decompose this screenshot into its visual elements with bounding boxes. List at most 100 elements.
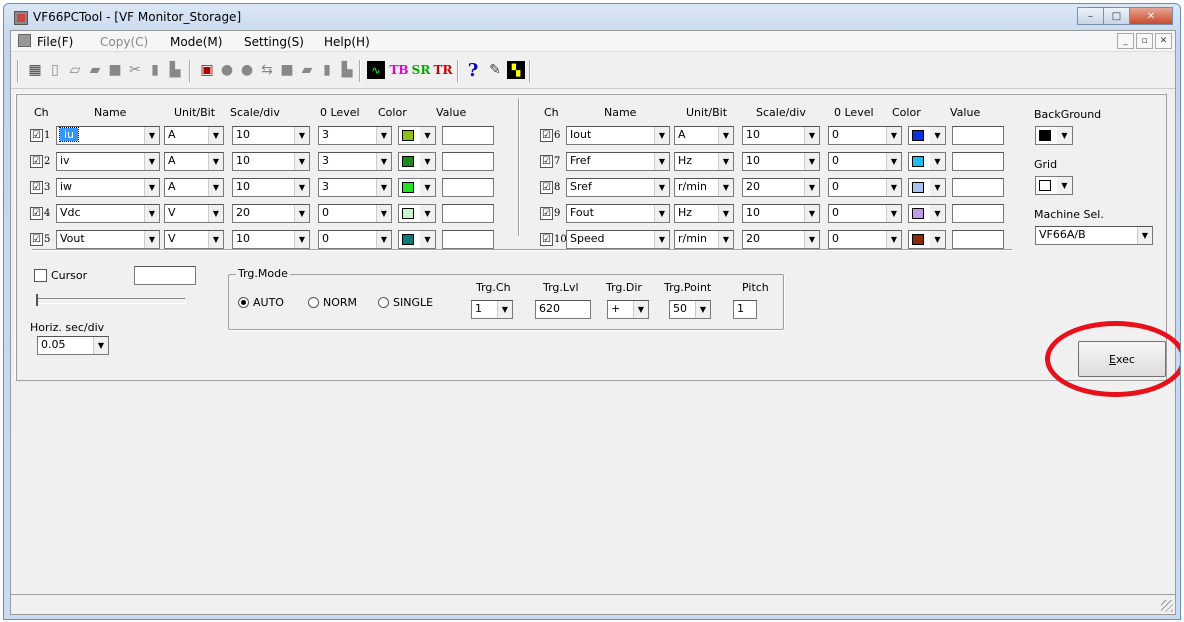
save-icon[interactable]: ■ (105, 59, 125, 81)
channel-name-select[interactable]: Vdc ▼ (56, 204, 160, 223)
paste-icon[interactable]: ▙ (165, 59, 185, 81)
channel-level-select[interactable]: 0 ▼ (828, 126, 902, 145)
channel-value-field[interactable] (952, 230, 1004, 249)
channel-scale-select[interactable]: 10 ▼ (742, 126, 820, 145)
title-bar[interactable]: VF66PCTool - [VF Monitor_Storage] – □ ✕ (4, 4, 1180, 30)
cursor-slider-track[interactable] (36, 298, 186, 304)
grid-color-picker[interactable]: ▼ (1035, 176, 1073, 195)
menu-help[interactable]: Help(H) (324, 35, 370, 49)
transfer-icon[interactable]: ⇆ (257, 59, 277, 81)
open-folder-icon[interactable]: ▱ (65, 59, 85, 81)
channel-color-picker[interactable]: ▼ (908, 204, 946, 223)
zoom-icon[interactable]: ● (217, 59, 237, 81)
channel-color-picker[interactable]: ▼ (398, 204, 436, 223)
channel-level-select[interactable]: 0 ▼ (828, 204, 902, 223)
channel-color-picker[interactable]: ▼ (398, 178, 436, 197)
channel-checkbox[interactable]: ☑ (540, 155, 553, 168)
new-file-icon[interactable]: ▯ (45, 59, 65, 81)
channel-name-select[interactable]: Fref ▼ (566, 152, 670, 171)
resize-grip-icon[interactable] (1161, 600, 1173, 612)
tool-icon[interactable]: ▚ (507, 61, 525, 79)
channel-level-select[interactable]: 0 ▼ (828, 178, 902, 197)
help-button[interactable]: ? (463, 59, 483, 81)
mdi-restore-button[interactable]: ▫ (1136, 33, 1153, 49)
about-icon[interactable]: ✎ (485, 59, 505, 81)
channel-color-picker[interactable]: ▼ (908, 178, 946, 197)
channel-value-field[interactable] (952, 204, 1004, 223)
channel-checkbox[interactable]: ☑ (30, 207, 43, 220)
channel-scale-select[interactable]: 10 ▼ (742, 152, 820, 171)
channel-value-field[interactable] (442, 152, 494, 171)
pitch-field[interactable]: 1 (733, 300, 757, 319)
channel-unit-select[interactable]: Hz ▼ (674, 204, 734, 223)
app-icon[interactable] (14, 11, 28, 25)
sr-button[interactable]: SR (411, 59, 431, 81)
channel-unit-select[interactable]: A ▼ (164, 152, 224, 171)
channel-value-field[interactable] (442, 126, 494, 145)
channel-color-picker[interactable]: ▼ (398, 152, 436, 171)
channel-checkbox[interactable]: ☑ (30, 129, 43, 142)
channel-color-picker[interactable]: ▼ (908, 152, 946, 171)
channel-unit-select[interactable]: Hz ▼ (674, 152, 734, 171)
channel-value-field[interactable] (442, 204, 494, 223)
channel-name-select[interactable]: iv ▼ (56, 152, 160, 171)
channel-name-select[interactable]: iu ▼ (56, 126, 160, 145)
channel-name-select[interactable]: Vout ▼ (56, 230, 160, 249)
channel-checkbox[interactable]: ☑ (30, 155, 43, 168)
trg-point-select[interactable]: 50 ▼ (669, 300, 711, 319)
channel-checkbox[interactable]: ☑ (540, 181, 553, 194)
channel-name-select[interactable]: Sref ▼ (566, 178, 670, 197)
trg-norm-radio[interactable] (308, 297, 319, 308)
channel-unit-select[interactable]: r/min ▼ (674, 230, 734, 249)
channel-name-select[interactable]: iw ▼ (56, 178, 160, 197)
channel-scale-select[interactable]: 10 ▼ (232, 126, 310, 145)
channel-scale-select[interactable]: 10 ▼ (232, 230, 310, 249)
channel-color-picker[interactable]: ▼ (908, 230, 946, 249)
channel-checkbox[interactable]: ☑ (540, 129, 553, 142)
channel-value-field[interactable] (952, 178, 1004, 197)
print2-icon[interactable]: ▰ (297, 59, 317, 81)
cursor-checkbox[interactable] (34, 269, 47, 282)
search-icon[interactable]: ● (237, 59, 257, 81)
channel-unit-select[interactable]: A ▼ (164, 178, 224, 197)
cut-icon[interactable]: ✂ (125, 59, 145, 81)
waveform-icon[interactable]: ∿ (367, 61, 385, 79)
channel-unit-select[interactable]: V ▼ (164, 230, 224, 249)
machine-select[interactable]: VF66A/B ▼ (1035, 226, 1153, 245)
background-color-picker[interactable]: ▼ (1035, 126, 1073, 145)
mdi-close-button[interactable]: ✕ (1155, 33, 1172, 49)
close-button[interactable]: ✕ (1129, 7, 1173, 25)
menu-copy[interactable]: Copy(C) (100, 35, 148, 49)
trg-auto-radio[interactable] (238, 297, 249, 308)
channel-level-select[interactable]: 0 ▼ (318, 204, 392, 223)
channel-unit-select[interactable]: V ▼ (164, 204, 224, 223)
menu-mode[interactable]: Mode(M) (170, 35, 222, 49)
monitor-icon[interactable]: ▣ (197, 59, 217, 81)
cursor-value-field[interactable] (134, 266, 196, 285)
channel-scale-select[interactable]: 10 ▼ (232, 178, 310, 197)
disk-icon[interactable]: ■ (277, 59, 297, 81)
channel-unit-select[interactable]: A ▼ (674, 126, 734, 145)
print-icon[interactable]: ▰ (85, 59, 105, 81)
channel-unit-select[interactable]: A ▼ (164, 126, 224, 145)
mdi-window-icon[interactable] (18, 34, 31, 47)
channel-color-picker[interactable]: ▼ (398, 230, 436, 249)
channel-level-select[interactable]: 0 ▼ (828, 152, 902, 171)
channel-scale-select[interactable]: 20 ▼ (232, 204, 310, 223)
channel-scale-select[interactable]: 10 ▼ (742, 204, 820, 223)
trg-ch-select[interactable]: 1 ▼ (471, 300, 513, 319)
channel-level-select[interactable]: 3 ▼ (318, 152, 392, 171)
copy-icon[interactable]: ▮ (145, 59, 165, 81)
horiz-sec-div-select[interactable]: 0.05 ▼ (37, 336, 109, 355)
channel-checkbox[interactable]: ☑ (540, 207, 553, 220)
upload-icon[interactable]: ▮ (317, 59, 337, 81)
download-icon[interactable]: ▙ (337, 59, 357, 81)
channel-name-select[interactable]: Iout ▼ (566, 126, 670, 145)
channel-color-picker[interactable]: ▼ (908, 126, 946, 145)
channel-value-field[interactable] (442, 178, 494, 197)
channel-level-select[interactable]: 3 ▼ (318, 126, 392, 145)
calculator-icon[interactable]: ▦ (25, 59, 45, 81)
channel-scale-select[interactable]: 10 ▼ (232, 152, 310, 171)
trg-lvl-field[interactable]: 620 (535, 300, 591, 319)
tr-button[interactable]: TR (433, 59, 453, 81)
